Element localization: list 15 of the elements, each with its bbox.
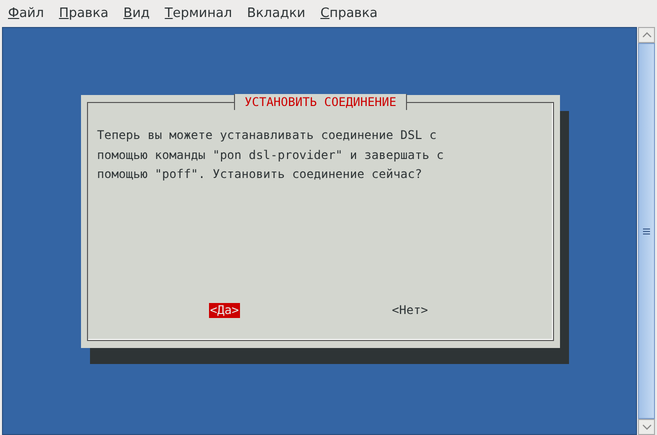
scroll-down-icon[interactable] <box>638 419 655 435</box>
menu-item[interactable]: Правка <box>58 6 116 20</box>
menu-item[interactable]: Справка <box>320 6 386 20</box>
yes-button[interactable]: <Да> <box>209 303 240 318</box>
no-button[interactable]: <Нет> <box>390 303 430 318</box>
menu-item[interactable]: Вкладки <box>247 6 314 20</box>
menu-item[interactable]: Терминал <box>164 6 240 20</box>
message-text: помощью "poff". Установить соединение сейчас? <box>97 166 424 183</box>
scroll-up-icon[interactable] <box>638 27 655 43</box>
grip-icon <box>643 228 650 234</box>
message-text: помощью команды "pon dsl-provider" и завершать с <box>97 146 445 164</box>
message-text: Теперь вы можете устанавливать соединение DSL с <box>97 127 438 144</box>
menu-item[interactable]: Файл <box>8 6 52 20</box>
dialog-title: УСТАНОВИТЬ СОЕДИНЕНИЕ <box>234 94 408 110</box>
menu-item[interactable]: Вид <box>123 6 158 20</box>
